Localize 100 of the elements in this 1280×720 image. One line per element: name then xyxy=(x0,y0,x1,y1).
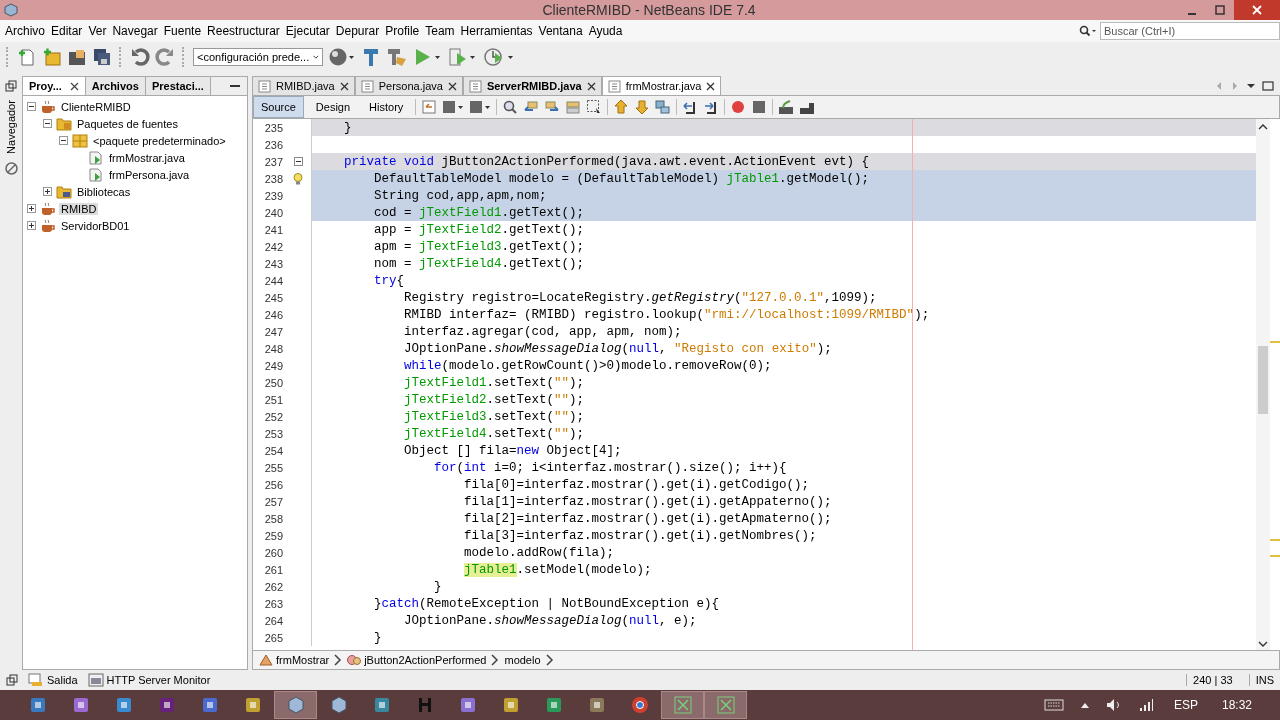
restore-window-icon[interactable] xyxy=(5,80,17,92)
new-project-icon[interactable] xyxy=(42,47,62,67)
editor-tab[interactable]: ServerRMIBD.java xyxy=(462,76,602,95)
monitor-icon xyxy=(87,673,104,687)
tree-item[interactable]: <paquete predeterminado> xyxy=(91,134,228,147)
save-all-icon[interactable] xyxy=(92,47,112,67)
menu-item[interactable]: Archivo xyxy=(2,24,48,38)
chevron-up-icon[interactable] xyxy=(1079,701,1090,709)
menu-item[interactable]: Profile xyxy=(382,24,423,38)
last-edit-icon[interactable] xyxy=(421,99,438,115)
collapse-icon[interactable] xyxy=(59,136,69,145)
keyboard-icon[interactable] xyxy=(1043,699,1064,711)
browser-icon xyxy=(630,696,649,714)
selection-icon[interactable] xyxy=(586,99,603,115)
hammer-icon[interactable] xyxy=(361,47,381,67)
close-button[interactable] xyxy=(1234,0,1280,20)
new-file-icon[interactable] xyxy=(17,47,37,67)
breadcrumb-item[interactable]: modelo xyxy=(504,654,541,666)
close-icon[interactable] xyxy=(447,81,457,91)
panel-tab[interactable]: Prestaci... xyxy=(145,77,211,95)
signal-icon[interactable] xyxy=(1137,698,1154,712)
output-tab[interactable]: HTTP Server Monitor xyxy=(87,673,211,687)
forward-icon[interactable] xyxy=(469,99,492,115)
menu-item[interactable]: Team xyxy=(422,24,458,38)
close-icon[interactable] xyxy=(339,81,349,91)
menu-item[interactable]: Ventana xyxy=(535,24,586,38)
close-icon[interactable] xyxy=(69,81,79,91)
arrow-up-icon[interactable] xyxy=(613,99,630,115)
search-icon[interactable] xyxy=(1079,25,1097,37)
lightbulb-icon[interactable] xyxy=(293,172,303,185)
clock[interactable]: 18:32 xyxy=(1221,698,1252,712)
breadcrumb-item[interactable]: frmMostrar xyxy=(259,654,330,666)
menu-item[interactable]: Ayuda xyxy=(585,24,626,38)
collapse-icon[interactable] xyxy=(43,119,53,128)
chevron-right-icon xyxy=(491,654,500,666)
output-tab[interactable]: Salida xyxy=(28,673,78,687)
tree-item[interactable]: Bibliotecas xyxy=(75,185,133,198)
editor-tab[interactable]: RMIBD.java xyxy=(252,76,355,95)
sphere-icon[interactable] xyxy=(328,47,356,67)
menu-item[interactable]: Ejecutar xyxy=(282,24,333,38)
menu-item[interactable]: Depurar xyxy=(332,24,383,38)
maximize-icon[interactable] xyxy=(1262,80,1274,91)
view-tab[interactable]: Source xyxy=(253,96,304,118)
configuration-dropdown[interactable]: <configuración prede... xyxy=(193,48,323,66)
undo-icon[interactable] xyxy=(130,47,150,67)
navigator-tab[interactable]: Navegador xyxy=(3,98,19,156)
tree-item[interactable]: RMIBD xyxy=(59,202,99,215)
cube-icon xyxy=(329,696,348,714)
menu-item[interactable]: Navegar xyxy=(109,24,161,38)
view-tab[interactable]: Design xyxy=(308,97,358,117)
collapse-icon[interactable] xyxy=(293,157,303,166)
panel-tab[interactable]: Archivos xyxy=(85,77,146,95)
tree-item[interactable]: Paquetes de fuentes xyxy=(75,117,180,130)
tree-item[interactable]: frmPersona.java xyxy=(107,168,192,181)
shapes-icon[interactable] xyxy=(655,99,672,115)
speaker-icon[interactable] xyxy=(1105,698,1122,712)
clean-build-icon[interactable] xyxy=(386,47,408,67)
tree-item[interactable]: ServidorBD01 xyxy=(59,219,132,232)
editor-tab[interactable]: Persona.java xyxy=(354,76,463,95)
panel-tab[interactable]: Proy... xyxy=(23,77,86,95)
redo-icon[interactable] xyxy=(155,47,175,67)
record-icon[interactable] xyxy=(730,99,747,115)
find-icon[interactable] xyxy=(502,99,519,115)
taskbar-button[interactable] xyxy=(274,691,317,719)
input-language[interactable]: ESP xyxy=(1173,698,1198,712)
expand-icon[interactable] xyxy=(27,204,37,213)
breadcrumb-item[interactable]: jButton2ActionPerformed xyxy=(347,654,487,666)
scroll-up-icon[interactable] xyxy=(1258,123,1268,131)
profile-icon[interactable] xyxy=(483,47,515,67)
package-icon xyxy=(72,133,88,148)
comment-icon[interactable] xyxy=(778,99,795,115)
menu-item[interactable]: Fuente xyxy=(160,24,205,38)
menu-item[interactable]: Editar xyxy=(48,24,86,38)
java-file-icon xyxy=(88,150,104,165)
scroll-thumb[interactable] xyxy=(1258,346,1268,414)
tree-item[interactable]: ClienteRMIBD xyxy=(59,100,133,113)
back-icon[interactable] xyxy=(442,99,465,115)
search-field[interactable]: Buscar (Ctrl+I) xyxy=(1100,22,1280,40)
debug-icon[interactable] xyxy=(448,47,478,67)
close-icon[interactable] xyxy=(706,81,716,91)
open-project-icon[interactable] xyxy=(67,47,87,67)
code-line: }catch(RemoteException | NotBoundException e){ xyxy=(373,596,720,611)
editor-tab[interactable]: frmMostrar.java xyxy=(601,76,722,95)
scrollbar[interactable] xyxy=(1256,119,1270,650)
close-icon[interactable] xyxy=(586,81,596,91)
restore-window-icon[interactable] xyxy=(6,674,18,686)
expand-icon[interactable] xyxy=(27,221,37,230)
menu-item[interactable]: Reestructurar xyxy=(204,24,283,38)
collapse-icon[interactable] xyxy=(27,102,37,111)
menu-item[interactable]: Ver xyxy=(85,24,110,38)
menu-item[interactable]: Herramientas xyxy=(457,24,536,38)
code-line: fila[1]=interfaz.mostrar().get(i).getAppaterno(); xyxy=(463,494,832,509)
scroll-down-icon[interactable] xyxy=(1258,640,1268,648)
coffee-cup-icon xyxy=(40,201,56,216)
expand-icon[interactable] xyxy=(43,187,53,196)
tree-item[interactable]: frmMostrar.java xyxy=(107,151,187,164)
view-tab[interactable]: History xyxy=(362,97,411,117)
stop-icon[interactable] xyxy=(751,99,768,115)
no-entry-icon xyxy=(4,162,18,175)
arrow-down-icon[interactable] xyxy=(634,99,651,115)
